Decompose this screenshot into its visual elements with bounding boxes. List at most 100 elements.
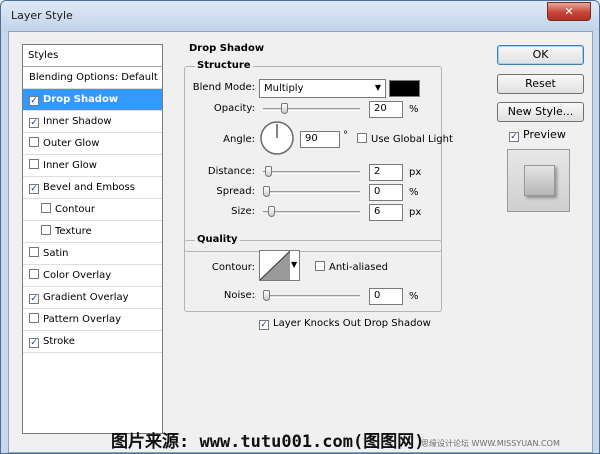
close-button[interactable]: ✕ — [547, 2, 591, 21]
contour-picker[interactable]: ▼ — [259, 250, 300, 281]
noise-slider-thumb[interactable] — [263, 290, 270, 301]
use-global-light-label: Use Global Light — [371, 134, 453, 145]
styles-header[interactable]: Styles — [23, 45, 162, 67]
watermark-text: 图片来源: www.tutu001.com(图图网) — [111, 432, 425, 452]
styles-list: Styles Blending Options: Default ✓ Drop Sh… — [22, 44, 163, 434]
anti-aliased-checkbox[interactable]: Anti-aliased — [315, 261, 388, 273]
preview-label: Preview — [523, 128, 566, 141]
styles-item-label: Drop Shadow — [43, 94, 119, 105]
opacity-label: Opacity: — [213, 103, 255, 114]
checkbox-icon: ✓ — [509, 132, 519, 142]
styles-item-outer-glow[interactable]: Outer Glow — [23, 133, 162, 155]
styles-item-label: Gradient Overlay — [43, 292, 129, 303]
chevron-down-icon: ▼ — [374, 83, 381, 92]
styles-item-inner-shadow[interactable]: ✓ Inner Shadow — [23, 111, 162, 133]
checkbox-icon[interactable]: ✓ — [29, 118, 39, 128]
distance-unit: px — [409, 167, 422, 178]
spread-unit: % — [409, 187, 419, 198]
angle-dial[interactable] — [259, 120, 295, 156]
styles-item-gradient-overlay[interactable]: ✓ Gradient Overlay — [23, 287, 162, 309]
preview-swatch — [524, 165, 555, 196]
chevron-down-icon: ▼ — [291, 260, 298, 269]
spread-slider-thumb[interactable] — [263, 186, 270, 197]
spread-label: Spread: — [216, 186, 255, 197]
watermark-small-text: 思缘设计论坛 WWW.MISSYUAN.COM — [421, 439, 560, 448]
styles-item-stroke[interactable]: ✓ Stroke — [23, 331, 162, 353]
checkbox-icon — [357, 133, 367, 143]
distance-slider-thumb[interactable] — [264, 166, 272, 177]
checkbox-icon[interactable] — [41, 203, 51, 213]
quality-group: Quality — [184, 234, 442, 312]
preview-box — [507, 149, 570, 212]
styles-item-texture[interactable]: Texture — [23, 221, 162, 243]
checkbox-icon — [315, 261, 325, 271]
styles-item-color-overlay[interactable]: Color Overlay — [23, 265, 162, 287]
size-unit: px — [409, 207, 422, 218]
styles-item-contour[interactable]: Contour — [23, 199, 162, 221]
preview-checkbox[interactable]: ✓ Preview — [509, 128, 566, 142]
checkbox-icon[interactable]: ✓ — [29, 294, 39, 304]
quality-legend: Quality — [195, 234, 240, 245]
noise-slider-track[interactable] — [263, 295, 360, 298]
angle-input[interactable]: 90 — [300, 131, 340, 148]
ok-button[interactable]: OK — [497, 45, 584, 65]
spread-slider-track[interactable] — [263, 191, 360, 194]
checkbox-icon[interactable] — [41, 225, 51, 235]
checkbox-icon[interactable]: ✓ — [29, 184, 39, 194]
opacity-slider-thumb[interactable] — [281, 103, 288, 114]
styles-item-label: Satin — [43, 248, 69, 259]
styles-item-label: Color Overlay — [43, 270, 112, 281]
checkbox-icon[interactable]: ✓ — [29, 96, 39, 106]
size-slider-thumb[interactable] — [268, 206, 276, 217]
styles-item-inner-glow[interactable]: Inner Glow — [23, 155, 162, 177]
styles-item-blending-options-default[interactable]: Blending Options: Default — [23, 67, 162, 89]
opacity-input[interactable]: 20 — [369, 101, 403, 118]
noise-unit: % — [409, 291, 419, 302]
styles-item-pattern-overlay[interactable]: Pattern Overlay — [23, 309, 162, 331]
blend-mode-select[interactable]: Multiply ▼ — [259, 79, 386, 98]
layer-style-dialog: Layer Style ✕ Styles Blending Options: D… — [0, 0, 600, 454]
contour-linear-icon — [260, 251, 290, 280]
spread-input[interactable]: 0 — [369, 184, 403, 201]
styles-item-satin[interactable]: Satin — [23, 243, 162, 265]
distance-input[interactable]: 2 — [369, 164, 403, 181]
reset-button[interactable]: Reset — [497, 74, 584, 94]
size-label: Size: — [231, 206, 255, 217]
checkbox-icon: ✓ — [259, 320, 269, 330]
noise-label: Noise: — [223, 290, 255, 301]
styles-item-label: Texture — [55, 226, 92, 237]
size-input[interactable]: 6 — [369, 204, 403, 221]
styles-item-label: Blending Options: Default — [29, 72, 158, 83]
checkbox-icon[interactable] — [29, 269, 39, 279]
structure-legend: Structure — [195, 60, 253, 71]
styles-item-label: Outer Glow — [43, 138, 100, 149]
window-title: Layer Style — [11, 9, 73, 22]
angle-unit: ° — [343, 130, 348, 141]
knocks-out-label: Layer Knocks Out Drop Shadow — [273, 318, 431, 329]
size-slider-track[interactable] — [263, 211, 360, 214]
styles-item-drop-shadow[interactable]: ✓ Drop Shadow — [23, 89, 162, 111]
checkbox-icon[interactable] — [29, 137, 39, 147]
use-global-light-checkbox[interactable]: Use Global Light — [357, 133, 453, 145]
checkbox-icon[interactable] — [29, 159, 39, 169]
title-bar[interactable]: Layer Style ✕ — [1, 1, 599, 31]
blend-mode-value: Multiply — [264, 83, 304, 94]
checkbox-icon[interactable] — [29, 247, 39, 257]
styles-item-label: Bevel and Emboss — [43, 182, 135, 193]
distance-label: Distance: — [207, 166, 255, 177]
anti-aliased-label: Anti-aliased — [329, 262, 389, 273]
knocks-out-checkbox[interactable]: ✓ Layer Knocks Out Drop Shadow — [259, 318, 431, 330]
distance-slider-track[interactable] — [263, 171, 360, 174]
new-style-button[interactable]: New Style... — [497, 102, 584, 122]
styles-item-bevel-and-emboss[interactable]: ✓ Bevel and Emboss — [23, 177, 162, 199]
styles-item-label: Inner Shadow — [43, 116, 112, 127]
dialog-client: Styles Blending Options: Default ✓ Drop Sh… — [8, 31, 593, 453]
checkbox-icon[interactable]: ✓ — [29, 338, 39, 348]
noise-input[interactable]: 0 — [369, 288, 403, 305]
styles-items: Blending Options: Default ✓ Drop Shadow ✓ In… — [23, 67, 162, 353]
angle-label: Angle: — [223, 134, 255, 145]
checkbox-icon[interactable] — [29, 313, 39, 323]
styles-item-label: Inner Glow — [43, 160, 97, 171]
opacity-slider-track[interactable] — [263, 108, 360, 111]
shadow-color-swatch[interactable] — [389, 80, 420, 97]
